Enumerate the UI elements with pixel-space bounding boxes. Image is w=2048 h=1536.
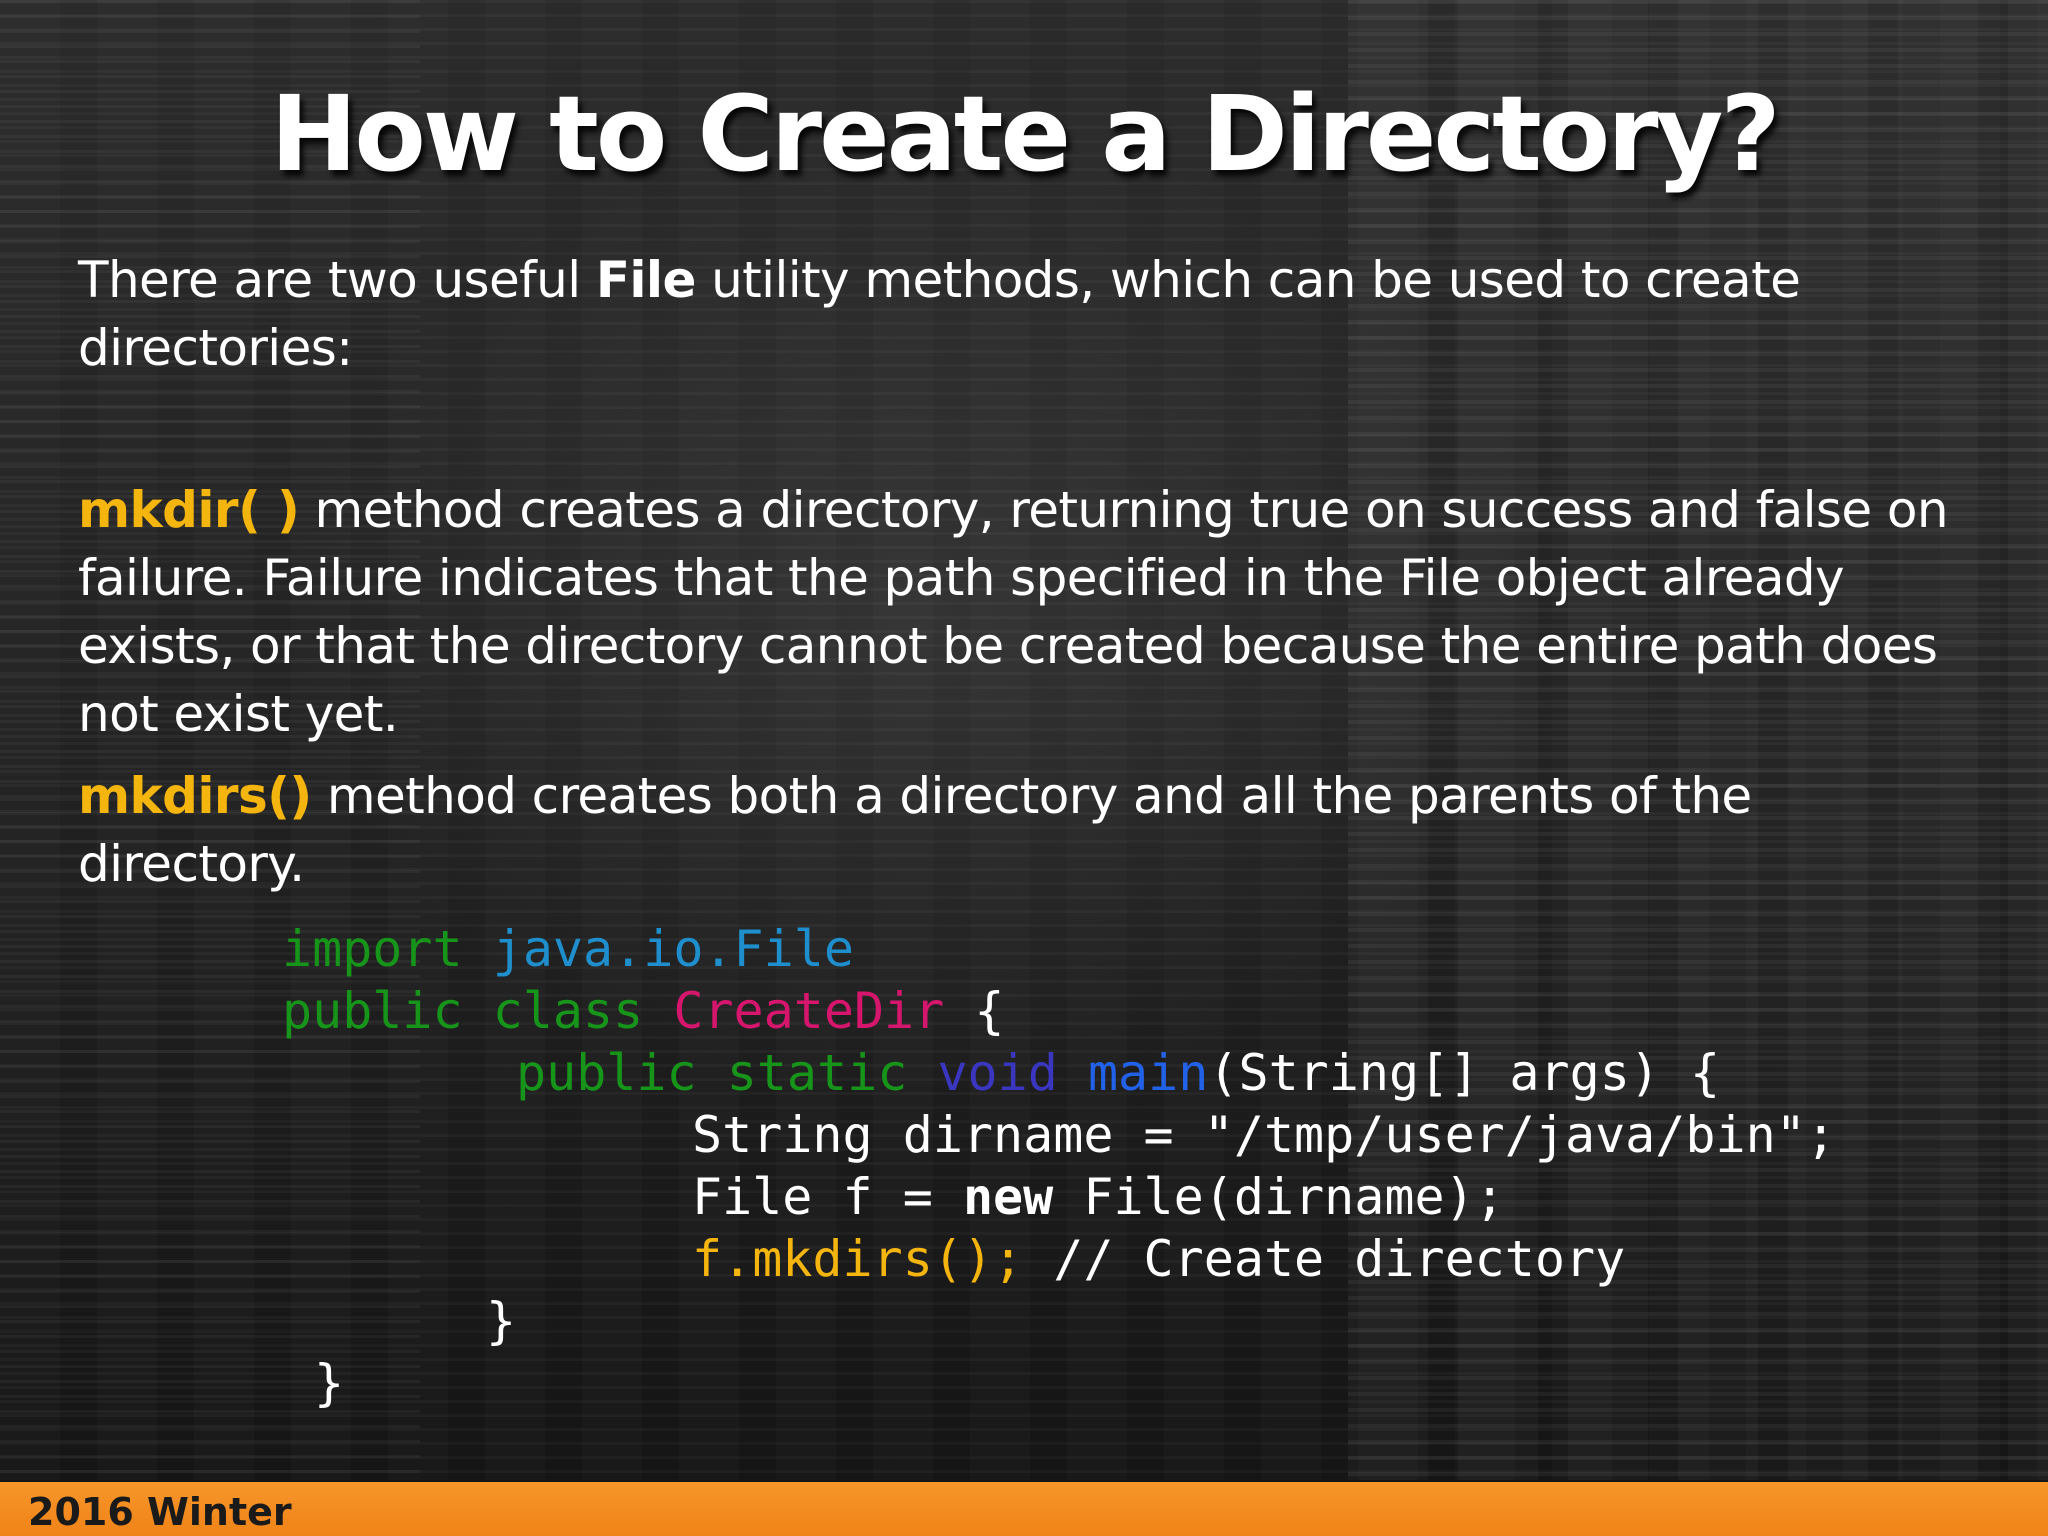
code-keyword-static: static (726, 1044, 938, 1102)
slide-title: How to Create a Directory? (270, 73, 1780, 195)
footer-bar: 2016 Winter (0, 1482, 2048, 1536)
mkdir-line-1: mkdir( ) method creates a directory, ret… (78, 476, 2008, 544)
mkdir-line-3: exists, or that the directory cannot be … (78, 617, 1938, 675)
mkdirs-line-1-rest: method creates both a directory and all … (311, 767, 1752, 825)
code-keyword-public: public (282, 982, 493, 1040)
mkdir-line-4: not exist yet. (78, 685, 399, 743)
intro-line-2: directories: (78, 319, 353, 377)
code-line-3: public static void main(String[] args) { (516, 1042, 1720, 1104)
mkdir-line-2: failure. Failure indicates that the path… (78, 549, 1845, 607)
code-keyword-class: class (492, 982, 674, 1040)
mkdir-line-1-rest: method creates a directory, returning tr… (299, 481, 1949, 539)
code-line-1: import java.io.File (282, 918, 854, 980)
code-class-name: CreateDir (673, 982, 945, 1040)
intro-line-1: There are two useful File utility method… (78, 246, 2008, 314)
code-line-8: } (314, 1354, 345, 1412)
code-mkdirs-call: f.mkdirs(); (692, 1230, 1054, 1288)
code-keyword-public-2: public (516, 1044, 727, 1102)
code-line-6: f.mkdirs(); // Create directory (692, 1228, 1625, 1290)
mkdir-paragraph: mkdir( ) method creates a directory, ret… (78, 476, 2008, 748)
code-file-decl: File f = (692, 1168, 963, 1226)
code-file-ctor: File(dirname); (1053, 1168, 1505, 1226)
code-line-2: public class CreateDir { (282, 980, 1005, 1042)
intro-bold-file: File (595, 251, 697, 309)
code-line-7: } (486, 1292, 517, 1350)
slide: How to Create a Directory? There are two… (0, 0, 2048, 1536)
code-line-5: File f = new File(dirname); (692, 1166, 1505, 1228)
code-brace-open: { (944, 982, 1005, 1040)
code-package: java.io.File (492, 920, 854, 978)
mkdirs-line-1: mkdirs() method creates both a directory… (78, 762, 2008, 830)
mkdirs-paragraph: mkdirs() method creates both a directory… (78, 762, 2008, 898)
code-keyword-void: void (937, 1044, 1088, 1102)
mkdirs-line-2: directory. (78, 835, 305, 893)
footer-label: 2016 Winter (28, 1490, 292, 1534)
code-block: import java.io.File public class CreateD… (0, 918, 1836, 1536)
mkdir-method-name: mkdir( ) (78, 481, 300, 539)
intro-text-after: utility methods, which can be used to cr… (695, 251, 1801, 309)
code-keyword-import: import (282, 920, 493, 978)
code-line-4: String dirname = "/tmp/user/java/bin"; (692, 1106, 1836, 1164)
mkdirs-method-name: mkdirs() (78, 767, 312, 825)
code-method-main: main (1087, 1044, 1209, 1102)
code-comment: // Create directory (1053, 1230, 1626, 1288)
code-main-params: (String[] args) { (1208, 1044, 1721, 1102)
code-keyword-new: new (962, 1168, 1054, 1226)
intro-text-before: There are two useful (78, 251, 596, 309)
intro-paragraph: There are two useful File utility method… (78, 246, 2008, 382)
